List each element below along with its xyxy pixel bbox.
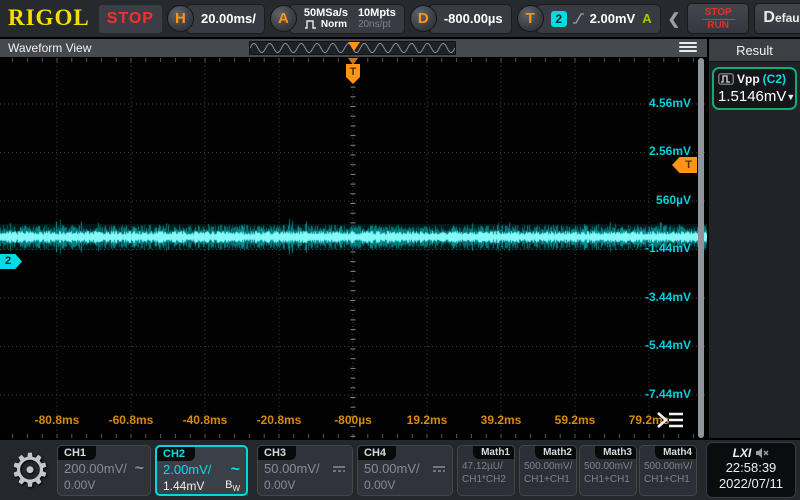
math3-block[interactable]: Math3 500.00mV/ CH1+CH1 (579, 445, 637, 496)
channel2-block[interactable]: CH2 2.00mV/~ 1.44mVBW (155, 445, 248, 496)
channel4-block[interactable]: CH4 50.00mV/ 0.00V (357, 445, 453, 496)
result-panel: Result Vpp(C2) 1.5146mV ▼ (708, 39, 800, 438)
trigger-level: 2.00mV (590, 11, 636, 26)
trigger-position-marker[interactable]: T (346, 58, 360, 84)
bandwidth-limit-badge: BW (225, 479, 240, 493)
overview-trigger-marker[interactable] (348, 42, 360, 51)
rigol-gear-icon[interactable]: ⚙ (6, 444, 54, 496)
oscilloscope-screen: RIGOL STOP H 20.00ms/ A 50MSa/s Norm (0, 0, 800, 500)
trigger-info[interactable]: 2 2.00mV A (536, 4, 661, 34)
acquire-mode: Norm (321, 19, 347, 31)
delay-knob[interactable]: D (410, 5, 437, 32)
measurement-label: Vpp (737, 72, 760, 86)
expand-menu-icon[interactable] (655, 410, 685, 430)
dc-coupling-icon (332, 465, 346, 473)
horizontal-control[interactable]: H 20.00ms/ (167, 4, 265, 34)
horizontal-scale[interactable]: 20.00ms/ (186, 4, 265, 34)
waveform-view-titlebar: Waveform View (0, 39, 707, 57)
channel1-block[interactable]: CH1 200.00mV/~ 0.00V (57, 445, 151, 496)
trigger-position-arrow (348, 58, 358, 65)
toolbar-prev-arrow[interactable]: ❮ (666, 10, 683, 28)
dc-coupling-icon (432, 465, 446, 473)
menu-icon[interactable] (679, 42, 697, 52)
run-state-indicator[interactable]: STOP (99, 5, 162, 33)
acquire-control[interactable]: A 50MSa/s Norm 10Mpts 20ns/pt (270, 4, 405, 34)
stop-run-button[interactable]: STOP RUN (687, 3, 749, 34)
sample-rate: 50MSa/s (304, 7, 348, 19)
math4-block[interactable]: Math4 500.00mV/ CH1+CH1 (639, 445, 697, 496)
trigger-knob[interactable]: T (517, 5, 544, 32)
run-label: RUN (702, 20, 735, 31)
dropdown-arrow-icon[interactable]: ▼ (786, 92, 795, 102)
trigger-source-badge: 2 (551, 11, 567, 27)
default-button[interactable]: Default (754, 3, 800, 34)
measurement-pulse-icon (718, 73, 734, 85)
horizontal-knob[interactable]: H (167, 5, 194, 32)
acquire-knob[interactable]: A (270, 5, 297, 32)
math2-block[interactable]: Math2 500.00mV/ CH1+CH1 (519, 445, 577, 496)
channel2-trace (0, 58, 707, 438)
rising-edge-icon (572, 12, 585, 25)
x-axis-labels: -80.8ms-60.8ms -40.8ms-20.8ms -800µs19.2… (27, 413, 679, 427)
stop-label: STOP (702, 7, 735, 20)
result-panel-title: Result (709, 39, 800, 62)
sample-resolution: 20ns/pt (358, 19, 396, 31)
ac-coupling-icon: ~ (231, 462, 240, 477)
channel3-block[interactable]: CH3 50.00mV/ 0.00V (257, 445, 353, 496)
speaker-muted-icon (755, 447, 769, 459)
delay-value[interactable]: -800.00µs (429, 4, 512, 34)
system-status-box[interactable]: LXI 22:58:39 2022/07/11 (706, 442, 796, 498)
delay-control[interactable]: D -800.00µs (410, 4, 512, 34)
graticule-area[interactable]: 4.56mV2.56mV 560µV-1.44mV -3.44mV-5.44mV… (0, 58, 707, 438)
pulse-icon (304, 20, 318, 29)
trigger-status: A (642, 11, 651, 26)
vpp-measurement-card[interactable]: Vpp(C2) 1.5146mV ▼ (712, 67, 797, 110)
memory-depth: 10Mpts (358, 7, 396, 19)
system-time: 22:58:39 (707, 460, 795, 476)
system-date: 2022/07/11 (707, 476, 795, 492)
vertical-scrollbar[interactable] (698, 58, 704, 438)
ac-coupling-icon: ~ (135, 461, 144, 476)
top-toolbar: RIGOL STOP H 20.00ms/ A 50MSa/s Norm (0, 0, 800, 38)
rigol-logo: RIGOL (4, 5, 94, 33)
bottom-status-bar: ⚙ CH1 200.00mV/~ 0.00V CH2 2.00mV/~ 1.44… (0, 440, 800, 500)
waveform-overview-strip[interactable] (249, 41, 456, 55)
measurement-source: (C2) (763, 72, 786, 86)
view-title: Waveform View (0, 41, 91, 55)
measurement-value: 1.5146mV (718, 88, 786, 105)
acquire-info[interactable]: 50MSa/s Norm 10Mpts 20ns/pt (289, 4, 405, 34)
lxi-label: LXI (733, 446, 752, 460)
trigger-control[interactable]: T 2 2.00mV A (517, 4, 661, 34)
math1-block[interactable]: Math1 47.12µU/ CH1*CH2 (457, 445, 515, 496)
